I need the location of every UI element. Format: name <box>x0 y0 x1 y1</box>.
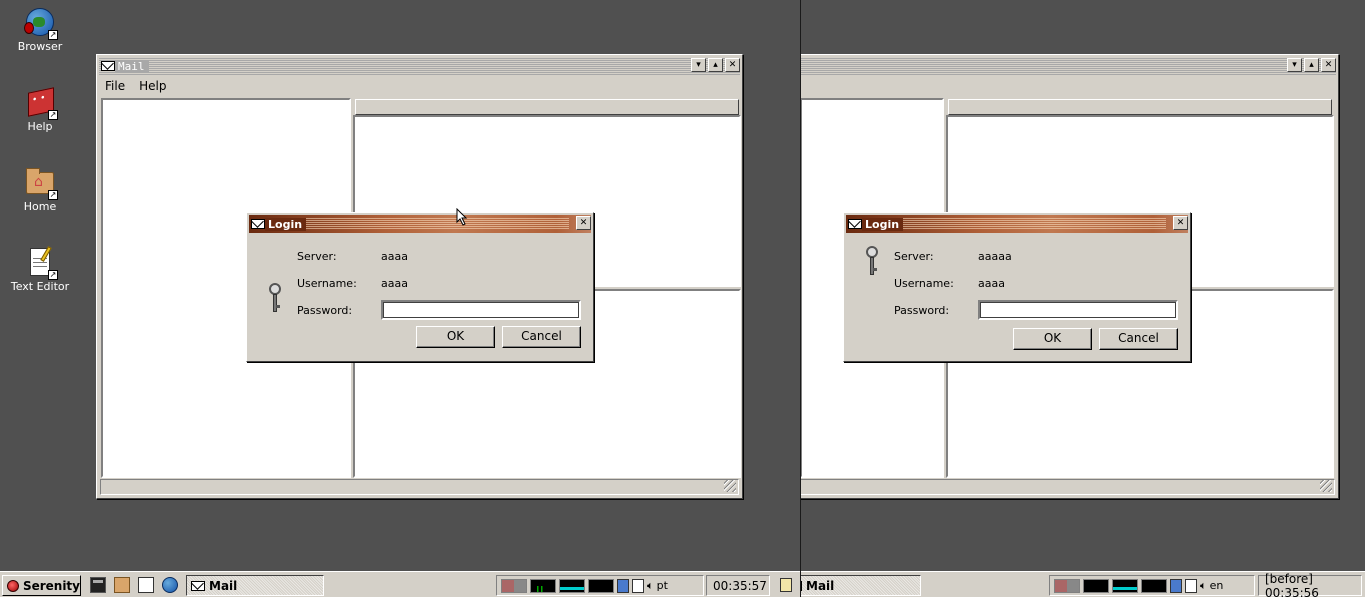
book-icon: ↗ <box>24 86 58 120</box>
mail-envelope-icon <box>251 219 265 229</box>
server-label: Server: <box>894 250 934 263</box>
login-title: Login <box>862 217 904 231</box>
maximize-button[interactable]: ▴ <box>708 58 723 72</box>
desktop-icon-label: Help <box>27 120 53 133</box>
minimize-button[interactable]: ▾ <box>691 58 706 72</box>
close-button[interactable]: ✕ <box>576 216 591 230</box>
password-label: Password: <box>894 304 950 317</box>
system-tray: 🔈︎ pt <box>496 575 704 596</box>
desktop-icon-browser[interactable]: ↗ Browser <box>4 6 76 53</box>
server-value: aaaa <box>381 250 408 263</box>
mail-envelope-icon <box>848 219 862 229</box>
server-value: aaaaa <box>978 250 1012 263</box>
notes-icon[interactable] <box>780 578 792 592</box>
cpu-graph-icon[interactable] <box>1083 578 1109 593</box>
taskbar-item-label: Mail <box>806 578 835 593</box>
network-icon[interactable] <box>617 578 629 593</box>
username-label: Username: <box>894 277 954 290</box>
username-value: aaaa <box>978 277 1005 290</box>
minimize-button[interactable]: ▾ <box>1287 58 1302 72</box>
username-label: Username: <box>297 277 357 290</box>
network-icon[interactable] <box>1170 578 1182 593</box>
close-button[interactable]: ✕ <box>725 58 740 72</box>
volume-icon[interactable]: 🔈︎ <box>647 579 654 593</box>
mail-titlebar[interactable]: Mail ▾ ▴ ✕ <box>99 57 740 75</box>
login-title: Login <box>265 217 307 231</box>
login-dialog: Login ✕ Server: aaaaa Username: aaaa Pas… <box>843 212 1191 362</box>
text-editor-quick-icon[interactable] <box>138 577 154 593</box>
password-input[interactable] <box>381 300 581 320</box>
desktop-icon-label: Home <box>23 200 57 213</box>
menu-help[interactable]: Help <box>139 79 166 93</box>
clock[interactable]: [before] 00:35:56 <box>1258 572 1362 597</box>
password-input[interactable] <box>978 300 1178 320</box>
home-folder-icon: ↗ <box>24 166 58 200</box>
memory-graph-icon[interactable] <box>588 578 614 593</box>
system-tray: 🔈︎ en <box>1049 575 1255 596</box>
mail-envelope-icon <box>191 580 205 591</box>
memory-graph-icon[interactable] <box>1141 578 1167 593</box>
mail-title: Mail <box>115 59 149 73</box>
network-graph-icon[interactable] <box>1112 578 1138 593</box>
cpu-graph-icon[interactable] <box>530 578 556 593</box>
menu-file[interactable]: File <box>105 79 125 93</box>
terminal-icon[interactable] <box>90 577 106 593</box>
network-graph-icon[interactable] <box>559 578 585 593</box>
login-titlebar[interactable]: Login ✕ <box>249 215 591 233</box>
close-button[interactable]: ✕ <box>1173 216 1188 230</box>
desktop-icon-label: Text Editor <box>10 280 70 293</box>
volume-icon[interactable]: 🔈︎ <box>1200 579 1207 593</box>
left-screen: ↗ Browser ↗ Help ↗ Home ↗ Text Editor Ma… <box>0 0 800 597</box>
clipboard-icon[interactable] <box>632 578 644 593</box>
serenity-logo-icon <box>7 579 19 592</box>
mail-menubar: File Help <box>99 76 740 96</box>
username-value: aaaa <box>381 277 408 290</box>
close-button[interactable]: ✕ <box>1321 58 1336 72</box>
login-dialog: Login ✕ Server: aaaa Username: aaaa Pass… <box>246 212 594 362</box>
browser-quick-icon[interactable] <box>162 577 178 593</box>
resize-grip-icon[interactable] <box>724 480 736 492</box>
cancel-button[interactable]: Cancel <box>502 326 581 348</box>
mail-statusbar <box>801 479 1335 495</box>
taskbar: Serenity Mail 🔈︎ pt 00:35:57 <box>0 571 800 597</box>
start-button[interactable]: Serenity <box>2 575 81 596</box>
right-screen: ▾ ▴ ✕ Login ✕ Server: aaaaa Username: aa… <box>801 0 1365 597</box>
cancel-button[interactable]: Cancel <box>1099 328 1178 350</box>
keyboard-layout[interactable]: en <box>1210 579 1224 592</box>
keyboard-layout[interactable]: pt <box>657 579 668 592</box>
workspace-switcher-icon[interactable] <box>1054 578 1080 593</box>
mail-statusbar <box>100 479 739 495</box>
text-editor-icon: ↗ <box>24 246 58 280</box>
maximize-button[interactable]: ▴ <box>1304 58 1319 72</box>
key-icon <box>864 246 880 278</box>
resize-grip-icon[interactable] <box>1320 480 1332 492</box>
clipboard-icon[interactable] <box>1185 578 1197 593</box>
mouse-cursor-icon <box>456 208 468 226</box>
mail-envelope-icon <box>101 61 115 71</box>
taskbar-item-mail[interactable]: Mail <box>186 575 324 596</box>
workspace-switcher-icon[interactable] <box>501 578 527 593</box>
globe-icon: ↗ <box>24 6 58 40</box>
desktop-icon-text-editor[interactable]: ↗ Text Editor <box>4 246 76 293</box>
message-list-header[interactable] <box>948 99 1332 115</box>
password-label: Password: <box>297 304 353 317</box>
start-label: Serenity <box>22 578 80 593</box>
mail-titlebar[interactable]: ▾ ▴ ✕ <box>801 57 1336 75</box>
ok-button[interactable]: OK <box>1013 328 1092 350</box>
server-label: Server: <box>297 250 337 263</box>
taskbar-item-label: Mail <box>209 578 238 593</box>
desktop-icon-help[interactable]: ↗ Help <box>4 86 76 133</box>
desktop-icon-label: Browser <box>17 40 63 53</box>
ok-button[interactable]: OK <box>416 326 495 348</box>
taskbar: Mail 🔈︎ en [before] 00:35:56 <box>801 571 1365 597</box>
key-icon <box>267 283 283 315</box>
message-list-header[interactable] <box>355 99 739 115</box>
clock[interactable]: 00:35:57 <box>706 575 770 596</box>
desktop-icon-home[interactable]: ↗ Home <box>4 166 76 213</box>
taskbar-item-mail[interactable]: Mail <box>801 575 921 596</box>
mail-envelope-icon <box>801 580 802 591</box>
file-manager-icon[interactable] <box>114 577 130 593</box>
login-titlebar[interactable]: Login ✕ <box>846 215 1188 233</box>
